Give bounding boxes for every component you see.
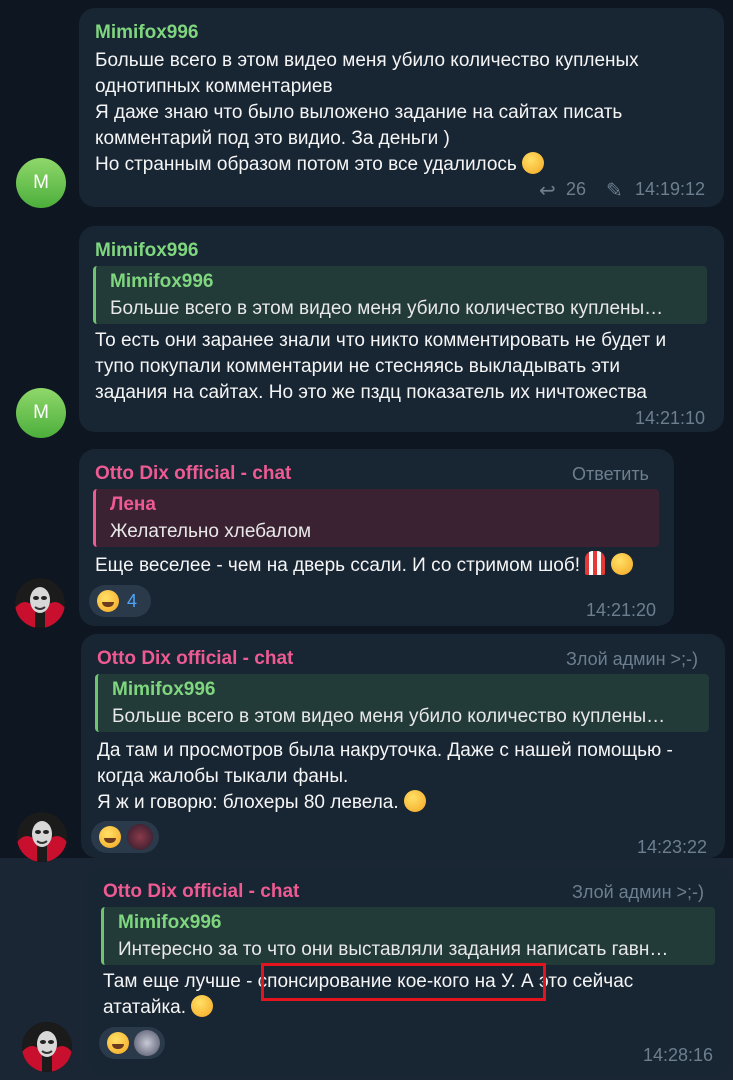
red-highlight-box	[261, 963, 546, 1001]
reaction-chip[interactable]	[91, 821, 159, 853]
message-line: Но странным образом потом это все удалил…	[95, 152, 545, 178]
reply-preview[interactable]: Mimifox996 Больше всего в этом видео мен…	[95, 674, 709, 732]
message-line: когда жалобы тыкали фаны.	[97, 766, 349, 787]
message-bubble[interactable]: Otto Dix official - chat Злой админ >;-)…	[81, 634, 725, 858]
message-line: тупо покупали комментарии не стесняясь в…	[95, 356, 620, 377]
avatar[interactable]	[22, 1022, 72, 1072]
reactor-avatar	[134, 1030, 160, 1056]
laughing-tears-emoji	[522, 152, 545, 174]
message-line: Я ж и говорю: блохеры 80 левела.	[97, 790, 426, 816]
message-bubble[interactable]: Otto Dix official - chat Ответить Лена Ж…	[79, 449, 674, 626]
zany-face-emoji	[191, 995, 214, 1017]
reply-author: Mimifox996	[110, 271, 214, 292]
rofl-emoji	[610, 553, 633, 575]
message-line: однотипных комментариев	[95, 76, 333, 97]
otto-dix-avatar-icon	[17, 812, 67, 862]
reply-text: Больше всего в этом видео меня убило кол…	[112, 706, 666, 727]
message-bubble[interactable]: Mimifox996 Mimifox996 Больше всего в это…	[79, 226, 724, 432]
reply-label[interactable]: Ответить	[572, 464, 649, 485]
reaction-chip[interactable]	[99, 1027, 165, 1059]
message-line: комментарий под это видио. За деньги )	[95, 128, 450, 149]
reply-text: Больше всего в этом видео меня убило кол…	[110, 298, 664, 319]
message-line: Я даже знаю что было выложено задание на…	[95, 102, 623, 123]
message-line: Еще веселее - чем на дверь ссали. И со с…	[95, 551, 633, 579]
otto-dix-avatar-icon	[15, 578, 65, 628]
author-name[interactable]: Otto Dix official - chat	[95, 463, 291, 485]
message-line: То есть они заранее знали что никто комм…	[95, 330, 667, 351]
grinning-emoji-icon	[107, 1032, 129, 1054]
avatar-letter: M	[33, 402, 49, 423]
admin-badge: Злой админ >;-)	[572, 882, 705, 902]
reply-preview[interactable]: Лена Желательно хлебалом	[93, 489, 659, 547]
message-time: 14:19:12	[635, 179, 706, 199]
reply-arrow-icon[interactable]: ↩	[539, 178, 556, 203]
message-line: ататайка.	[103, 995, 214, 1021]
reply-text: Интересно за то что они выставляли задан…	[118, 939, 669, 960]
grinning-emoji-icon	[99, 826, 121, 848]
avatar[interactable]: M	[16, 388, 66, 438]
author-name[interactable]: Mimifox996	[95, 22, 198, 44]
reaction-chip[interactable]: 4	[89, 585, 151, 617]
reply-author: Mimifox996	[118, 912, 222, 933]
reaction-count: 4	[127, 591, 138, 611]
avatar[interactable]: M	[16, 158, 66, 208]
message-time: 14:23:22	[637, 837, 708, 857]
message-text: Я ж и говорю: блохеры 80 левела.	[97, 792, 399, 813]
message-bubble[interactable]: Mimifox996 Больше всего в этом видео мен…	[79, 8, 724, 207]
author-name[interactable]: Otto Dix official - chat	[97, 648, 293, 670]
message-time: 14:28:16	[643, 1045, 714, 1065]
message-line: Да там и просмотров была накруточка. Даж…	[97, 740, 673, 761]
reply-author: Mimifox996	[112, 679, 216, 700]
message-line: задания на сайтах. Но это же пздц показа…	[95, 382, 647, 403]
replies-count[interactable]: 26	[566, 179, 586, 200]
avatar[interactable]	[15, 578, 65, 628]
message-text: Но странным образом потом это все удалил…	[95, 154, 517, 175]
reply-preview[interactable]: Mimifox996 Больше всего в этом видео мен…	[93, 266, 707, 324]
reactor-avatar	[127, 824, 153, 850]
message-text: Еще веселее - чем на дверь ссали. И со с…	[95, 555, 580, 576]
rofl-emoji	[403, 790, 426, 812]
popcorn-emoji	[585, 551, 606, 575]
reply-text: Желательно хлебалом	[110, 521, 312, 542]
message-time: 14:21:20	[586, 600, 657, 620]
grinning-emoji-icon	[97, 590, 119, 612]
author-name[interactable]: Mimifox996	[95, 240, 198, 262]
message-time: 14:21:10	[635, 408, 706, 428]
reply-preview[interactable]: Mimifox996 Интересно за то что они выста…	[101, 907, 715, 965]
admin-badge: Злой админ >;-)	[566, 649, 699, 669]
avatar[interactable]	[17, 812, 67, 862]
reply-author: Лена	[110, 494, 156, 515]
author-name[interactable]: Otto Dix official - chat	[103, 881, 299, 903]
pencil-icon: ✎	[606, 180, 623, 202]
otto-dix-avatar-icon	[22, 1022, 72, 1072]
message-line: Больше всего в этом видео меня убило кол…	[95, 50, 639, 71]
avatar-letter: M	[33, 172, 49, 193]
message-text: ататайка.	[103, 997, 187, 1018]
